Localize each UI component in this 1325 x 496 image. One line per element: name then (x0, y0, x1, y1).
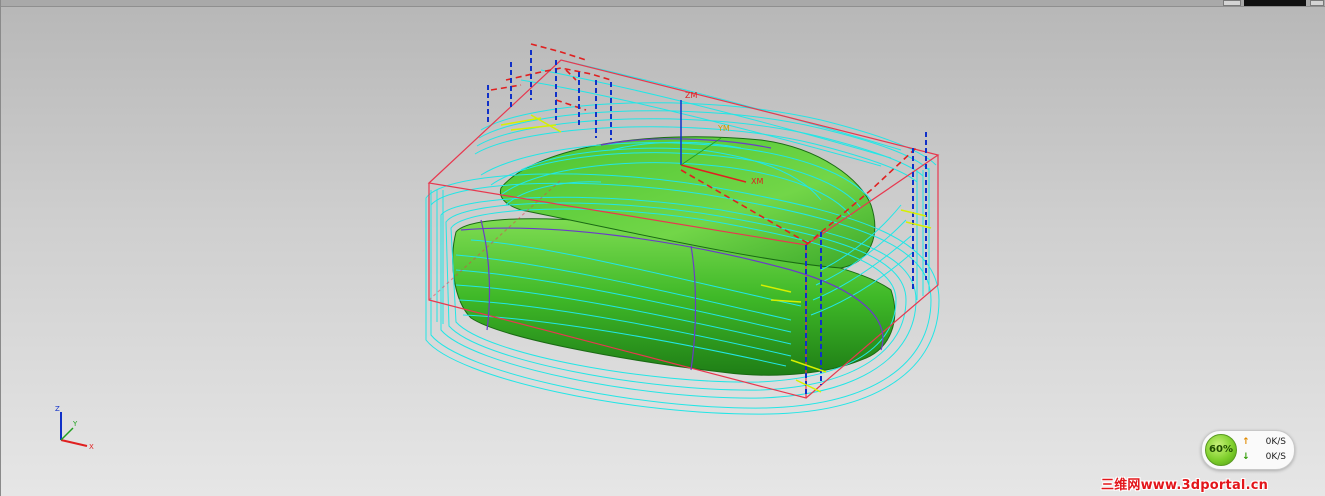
arrow-down-icon: ↓ (1242, 452, 1250, 462)
triad-y-label: Y (72, 420, 78, 428)
network-monitor-widget[interactable]: 60% ↑ 0K/S ↓ 0K/S (1201, 430, 1295, 470)
triad-x-label: X (89, 443, 94, 451)
orientation-triad: Z Y X (55, 405, 94, 451)
network-percent-indicator: 60% (1205, 434, 1237, 466)
download-speed: 0K/S (1265, 452, 1286, 462)
site-watermark: 三维网www.3dportal.cn (1101, 478, 1269, 493)
zm-label: ZM (685, 91, 697, 100)
triad-z-label: Z (55, 405, 60, 413)
part-solid (452, 136, 896, 376)
xm-label: XM (751, 177, 763, 186)
upload-speed: 0K/S (1265, 437, 1286, 447)
arrow-up-icon: ↑ (1242, 437, 1250, 447)
graphics-viewport[interactable]: ZM YM XM Z Y X 60% ↑ 0K/S ↓ 0K/S 三维网www.… (0, 0, 1325, 496)
upload-row: ↑ 0K/S (1242, 437, 1290, 447)
ym-label: YM (717, 124, 730, 133)
cam-toolpath-scene[interactable]: ZM YM XM (1, 0, 1325, 496)
download-row: ↓ 0K/S (1242, 452, 1290, 462)
